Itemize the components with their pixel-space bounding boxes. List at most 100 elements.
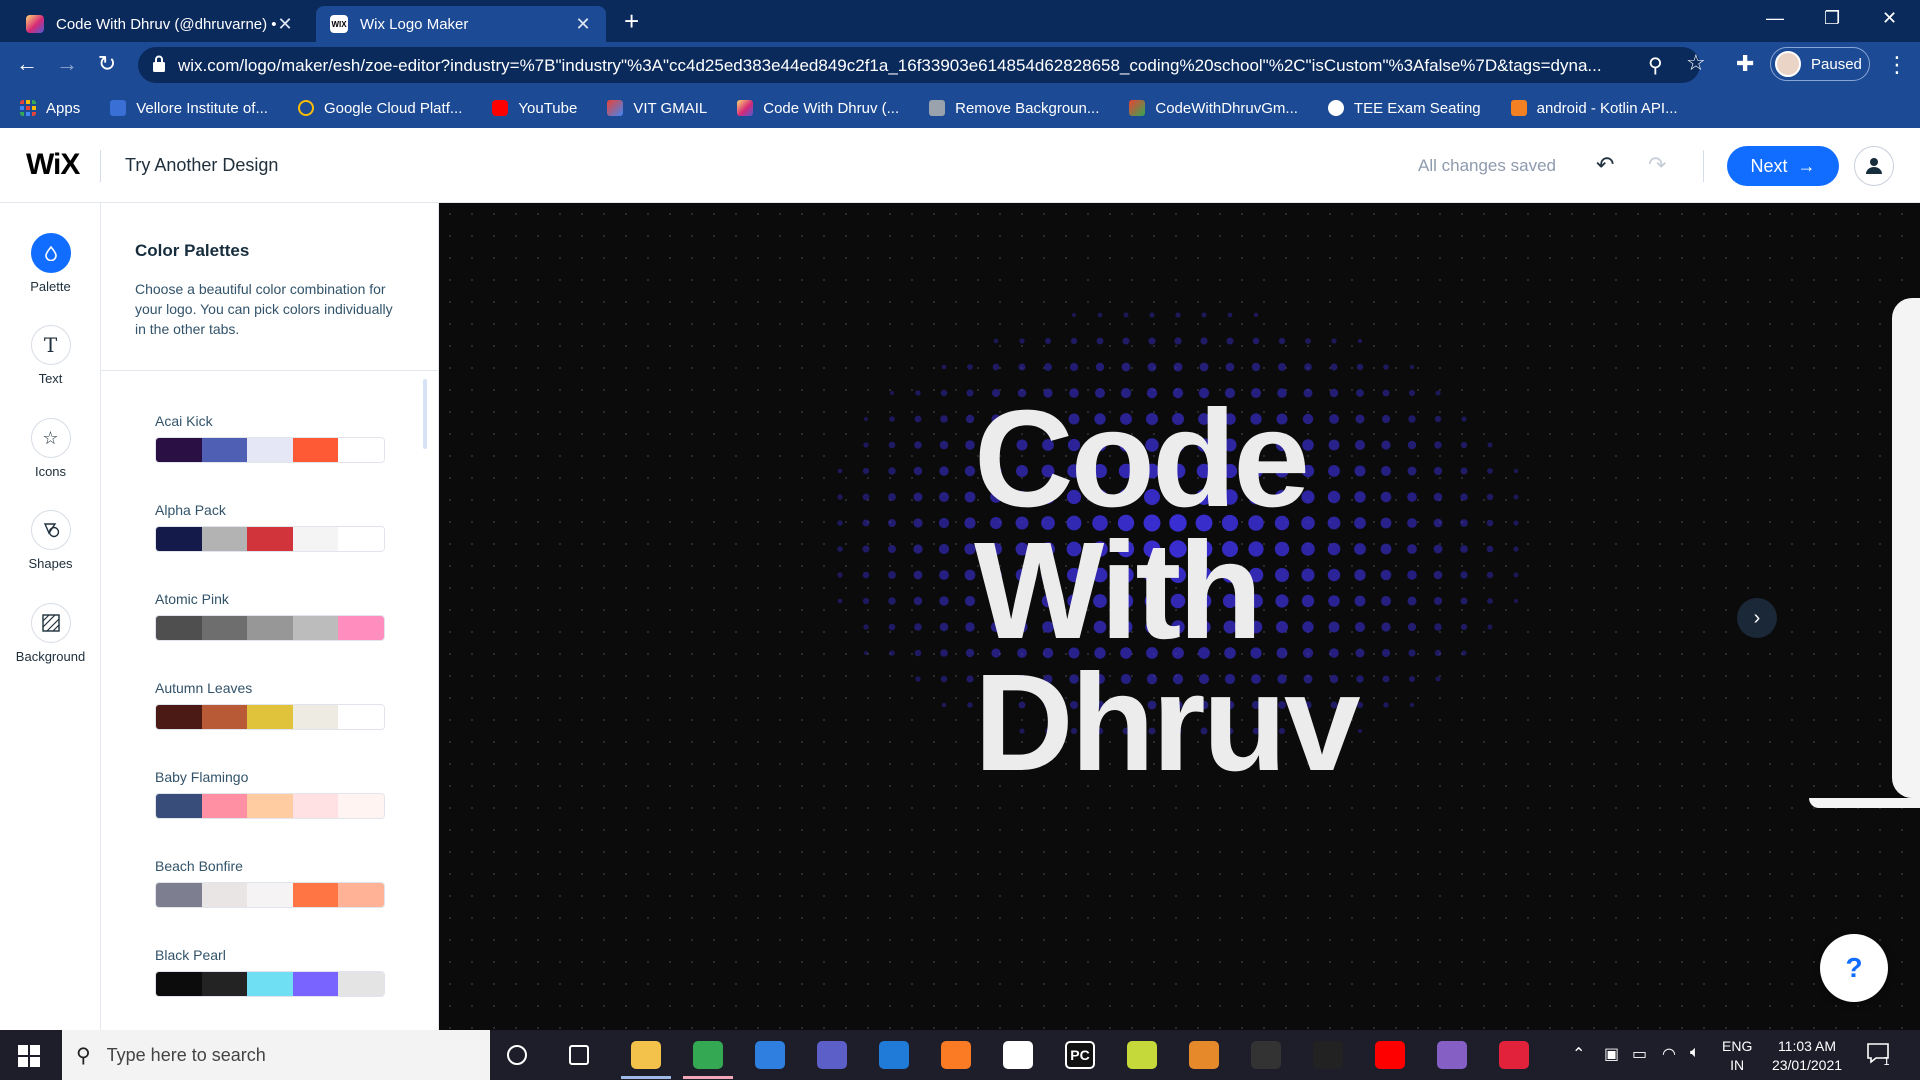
instagram-icon xyxy=(737,100,754,116)
wifi-icon[interactable]: ◠ xyxy=(1662,1044,1676,1064)
palette-option[interactable]: Black Pearl xyxy=(155,947,385,997)
bookmark-youtube[interactable]: YouTube xyxy=(492,100,577,117)
bookmark-gcp[interactable]: Google Cloud Platf... xyxy=(297,100,462,117)
wix-logo[interactable]: WiX xyxy=(26,148,80,182)
fl-studio-icon[interactable] xyxy=(1189,1041,1219,1069)
notification-center-icon[interactable]: 1 xyxy=(1866,1042,1894,1068)
palette-swatches[interactable] xyxy=(155,704,385,730)
palette-swatches[interactable] xyxy=(155,526,385,552)
pycharm-edu-icon[interactable] xyxy=(755,1041,785,1069)
bookmark-remove-bg[interactable]: Remove Backgroun... xyxy=(929,100,1099,117)
recorder-icon[interactable] xyxy=(1499,1041,1529,1069)
bookmark-instagram[interactable]: Code With Dhruv (... xyxy=(737,100,899,117)
url-text[interactable]: wix.com/logo/maker/esh/zoe-editor?indust… xyxy=(178,56,1638,76)
cortana-icon[interactable] xyxy=(507,1045,527,1065)
forward-arrow-icon[interactable]: → xyxy=(54,52,80,76)
lock-icon xyxy=(153,55,165,72)
halftone-dot xyxy=(888,545,896,553)
bookmark-stackoverflow[interactable]: android - Kotlin API... xyxy=(1510,100,1678,117)
chrome-icon[interactable] xyxy=(693,1041,723,1069)
vscode-icon[interactable] xyxy=(879,1041,909,1069)
undo-icon[interactable]: ↶ xyxy=(1596,152,1614,178)
bookmark-tee-exam[interactable]: TEE Exam Seating xyxy=(1327,100,1481,117)
search-icon: ⚲ xyxy=(76,1044,91,1067)
obs-icon[interactable] xyxy=(1251,1041,1281,1069)
git-icon[interactable] xyxy=(1127,1041,1157,1069)
tab-instagram[interactable]: Code With Dhruv (@dhruvarne) • ✕ xyxy=(12,6,308,42)
new-tab-button[interactable]: + xyxy=(624,8,639,34)
chevron-up-icon[interactable]: ⌃ xyxy=(1572,1044,1585,1064)
halftone-dot xyxy=(966,389,974,397)
palette-option[interactable]: Autumn Leaves xyxy=(155,680,385,730)
close-window-icon[interactable]: ✕ xyxy=(1882,8,1897,29)
color-swatch xyxy=(292,705,339,729)
panel-scrollbar[interactable] xyxy=(423,379,427,449)
halftone-dot xyxy=(888,493,896,501)
extensions-puzzle-icon[interactable]: ✚ xyxy=(1736,51,1754,77)
logo-text[interactable]: Code With Dhruv xyxy=(974,390,1361,792)
taskbar-search[interactable]: ⚲ Type here to search xyxy=(62,1030,490,1080)
pycharm-icon[interactable]: PC xyxy=(1065,1041,1095,1069)
word-icon[interactable] xyxy=(1003,1041,1033,1069)
next-design-arrow-button[interactable]: › xyxy=(1737,598,1777,638)
next-button[interactable]: Next → xyxy=(1727,146,1839,186)
halftone-dot xyxy=(1019,338,1025,344)
palette-option[interactable]: Atomic Pink xyxy=(155,591,385,641)
rail-item-text[interactable]: T Text xyxy=(0,325,101,386)
tab-wix-logo-maker[interactable]: WIX Wix Logo Maker ✕ xyxy=(316,6,606,42)
halftone-dot xyxy=(913,596,923,606)
volume-icon[interactable]: 🔈︎ xyxy=(1690,1044,1700,1062)
windows-start-icon[interactable] xyxy=(18,1045,40,1067)
try-another-design-link[interactable]: Try Another Design xyxy=(125,155,278,176)
task-view-icon[interactable] xyxy=(569,1045,589,1065)
bookmark-star-icon[interactable]: ☆ xyxy=(1686,50,1706,76)
halftone-dot xyxy=(889,650,895,656)
back-arrow-icon[interactable]: ← xyxy=(14,52,40,76)
teams-icon[interactable] xyxy=(817,1041,847,1069)
input-language[interactable]: ENG IN xyxy=(1722,1037,1752,1075)
battery-icon[interactable]: ▭ xyxy=(1632,1044,1647,1064)
palette-option[interactable]: Acai Kick xyxy=(155,413,385,463)
palette-swatches[interactable] xyxy=(155,793,385,819)
reload-icon[interactable]: ↻ xyxy=(94,52,120,76)
region-code: IN xyxy=(1730,1057,1745,1073)
meet-now-icon[interactable]: ▣ xyxy=(1604,1044,1619,1064)
redo-icon[interactable]: ↷ xyxy=(1648,152,1666,178)
halftone-dot xyxy=(939,440,949,450)
file-explorer-icon[interactable] xyxy=(631,1041,661,1069)
user-account-button[interactable] xyxy=(1854,146,1894,186)
next-design-preview-card[interactable] xyxy=(1892,298,1920,798)
halftone-dot xyxy=(862,493,870,501)
rail-item-palette[interactable]: Palette xyxy=(0,233,101,294)
close-icon[interactable]: ✕ xyxy=(574,14,592,35)
palette-swatches[interactable] xyxy=(155,437,385,463)
bookmark-vit[interactable]: Vellore Institute of... xyxy=(110,100,268,117)
palette-swatches[interactable] xyxy=(155,882,385,908)
rail-item-icons[interactable]: ☆ Icons xyxy=(0,418,101,479)
avatar xyxy=(1775,51,1801,77)
palette-swatches[interactable] xyxy=(155,971,385,997)
palette-swatches[interactable] xyxy=(155,615,385,641)
unity-icon[interactable] xyxy=(1313,1041,1343,1069)
restore-icon[interactable]: ❐ xyxy=(1824,8,1840,29)
rail-item-shapes[interactable]: Shapes xyxy=(0,510,101,571)
menu-kebab-icon[interactable]: ⋮ xyxy=(1886,52,1908,78)
visual-studio-icon[interactable] xyxy=(1437,1041,1467,1069)
next-button-label: Next xyxy=(1750,155,1788,176)
xampp-icon[interactable] xyxy=(941,1041,971,1069)
palette-option[interactable]: Beach Bonfire xyxy=(155,858,385,908)
help-button[interactable]: ? xyxy=(1820,934,1888,1002)
palette-option[interactable]: Baby Flamingo xyxy=(155,769,385,819)
close-icon[interactable]: ✕ xyxy=(276,14,294,35)
palette-option[interactable]: Alpha Pack xyxy=(155,502,385,552)
address-bar[interactable]: wix.com/logo/maker/esh/zoe-editor?indust… xyxy=(138,47,1706,83)
youtube-music-icon[interactable] xyxy=(1375,1041,1405,1069)
bookmark-apps[interactable]: Apps xyxy=(20,100,80,117)
profile-button[interactable]: Paused xyxy=(1770,47,1870,81)
zoom-icon[interactable]: ⚲ xyxy=(1648,53,1663,78)
bookmark-vit-gmail[interactable]: VIT GMAIL xyxy=(607,100,707,117)
rail-item-background[interactable]: Background xyxy=(0,603,101,664)
bookmark-gmail[interactable]: CodeWithDhruvGm... xyxy=(1129,100,1298,117)
minimize-icon[interactable]: — xyxy=(1766,8,1784,29)
system-clock[interactable]: 11:03 AM 23/01/2021 xyxy=(1762,1037,1852,1075)
